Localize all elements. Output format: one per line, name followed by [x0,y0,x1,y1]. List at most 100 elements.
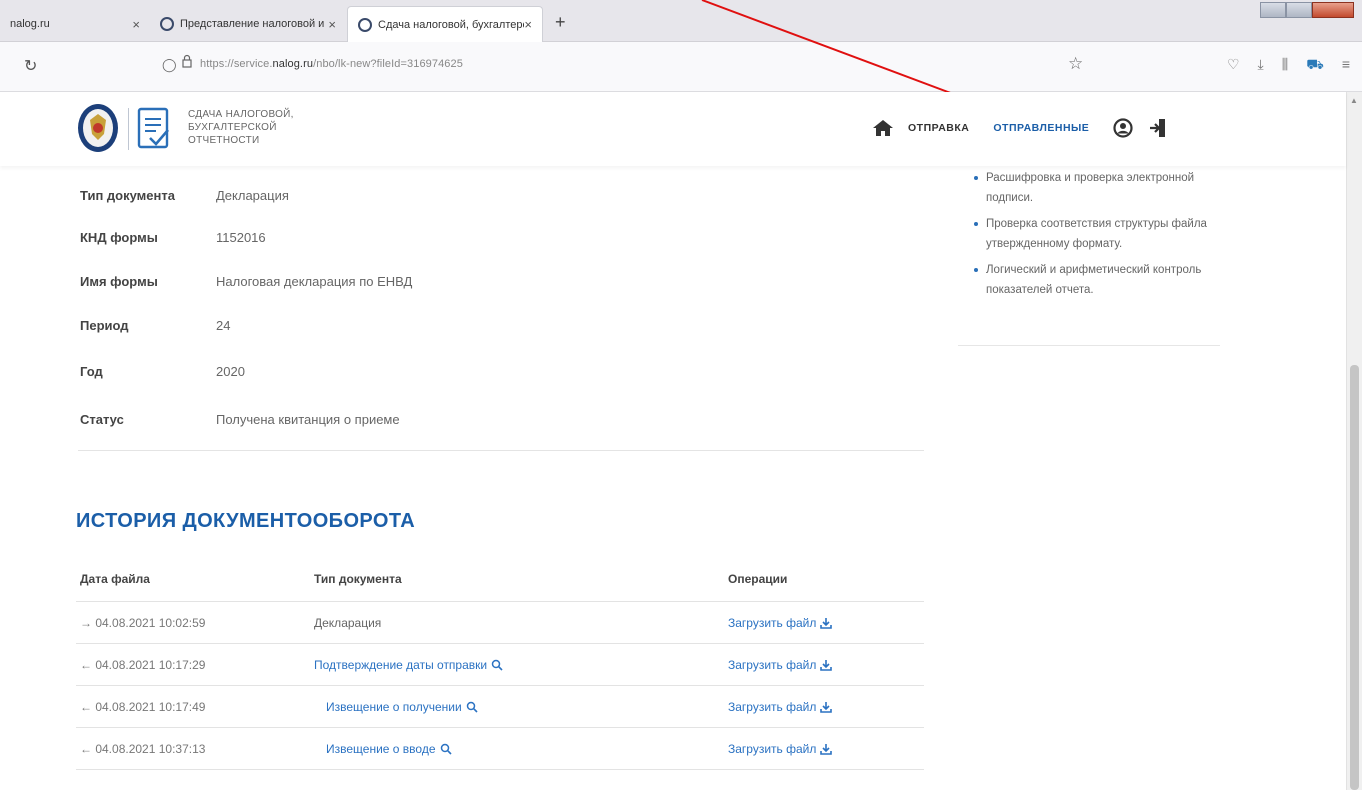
download-label: Загрузить файл [728,616,817,630]
magnifier-icon [440,743,452,755]
report-document-icon [137,107,169,149]
tab-close-icon[interactable]: × [328,17,336,32]
row-date: ← 04.08.2021 10:17:49 [80,700,206,714]
browser-tab-nalog[interactable]: nalog.ru × [0,6,150,42]
site-favicon-icon [160,17,174,31]
doc-field-label: Имя формы [80,274,158,289]
site-header: СДАЧА НАЛОГОВОЙ, БУХГАЛТЕРСКОЙ ОТЧЕТНОСТ… [0,92,1346,166]
doc-field-row: Тип документа Декларация [80,188,289,203]
doc-field-row: Год 2020 [80,364,245,379]
download-file-link[interactable]: Загрузить файл [728,742,833,756]
row-date: ← 04.08.2021 10:17:29 [80,658,206,672]
doc-field-value: Налоговая декларация по ЕНВД [216,274,413,289]
checks-list: Расшифровка и проверка электронной подпи… [972,168,1212,306]
downloads-icon[interactable]: ⤓ [1258,56,1264,75]
window-controls [1260,2,1354,18]
nav-sent[interactable]: ОТПРАВЛЕННЫЕ [993,122,1089,134]
download-file-link[interactable]: Загрузить файл [728,616,833,630]
download-file-link[interactable]: Загрузить файл [728,700,833,714]
scroll-up-arrow-icon[interactable]: ▲ [1350,96,1358,105]
doc-type-link[interactable]: Извещение о вводе [326,742,452,756]
bookmark-star-icon[interactable]: ☆ [1068,54,1083,74]
minimize-button[interactable] [1260,2,1286,18]
history-title: ИСТОРИЯ ДОКУМЕНТООБОРОТА [76,510,416,532]
doc-field-value: 24 [216,318,231,333]
download-file-link[interactable]: Загрузить файл [728,658,833,672]
address-bar: ↻ ◯ https://service.nalog.ru/nbo/lk-new?… [0,42,1362,92]
fns-emblem-logo[interactable] [76,102,120,154]
download-icon [820,660,833,671]
main-nav: ОТПРАВКА ОТПРАВЛЕННЫЕ [872,118,1167,138]
table-row: → 04.08.2021 10:02:59 Декларация Загрузи… [76,602,924,644]
magnifier-icon [491,659,503,671]
url-field[interactable]: https://service.nalog.ru/nbo/lk-new?file… [200,58,463,70]
url-suffix: /nbo/lk-new?fileId=316974625 [313,58,463,70]
reload-icon[interactable]: ↻ [24,56,37,76]
home-icon[interactable] [872,119,894,137]
browser-tab-representation[interactable]: Представление налоговой и × [150,6,346,42]
download-icon [820,744,833,755]
brand-line: ОТЧЕТНОСТИ [188,135,260,146]
list-item: Расшифровка и проверка электронной подпи… [972,168,1212,208]
doc-field-label: Период [80,318,129,333]
table-row: ← 04.08.2021 10:37:13 Извещение о вводе … [76,728,924,770]
row-doc-type: Подтверждение даты отправки [314,658,488,672]
tab-title: nalog.ru [10,18,50,30]
lock-icon[interactable] [182,54,192,68]
doc-field-value: 1152016 [216,230,266,245]
list-item: Логический и арифметический контроль пок… [972,260,1212,300]
row-date: → 04.08.2021 10:02:59 [80,616,206,630]
vertical-scrollbar[interactable]: ▲ [1346,92,1362,790]
page-viewport: СДАЧА НАЛОГОВОЙ, БУХГАЛТЕРСКОЙ ОТЧЕТНОСТ… [0,92,1362,790]
doc-field-row: КНД формы 1152016 [80,230,266,245]
pocket-icon[interactable]: ♡ [1227,56,1240,75]
maximize-button[interactable] [1286,2,1312,18]
doc-type-link[interactable]: Подтверждение даты отправки [314,658,503,672]
table-header: Дата файла Тип документа Операции [76,558,924,602]
logo-divider [128,108,129,150]
doc-field-value: Декларация [216,188,289,203]
doc-field-row: Период 24 [80,318,230,333]
menu-icon[interactable]: ≡ [1342,56,1350,75]
tab-close-icon[interactable]: × [524,17,532,32]
scrollbar-thumb[interactable] [1350,365,1359,790]
download-icon [820,702,833,713]
doc-field-row: Статус Получена квитанция о приеме [80,412,400,427]
site-favicon-icon [358,17,372,32]
magnifier-icon [466,701,478,713]
doc-field-value: 2020 [216,364,245,379]
doc-field-label: Тип документа [80,188,175,203]
toolbar-icons: ♡ ⤓ ⫼ ⛟ ≡ [1227,56,1350,75]
user-account-icon[interactable] [1113,118,1133,138]
doc-field-row: Имя формы Налоговая декларация по ЕНВД [80,274,412,289]
site-brand-text: СДАЧА НАЛОГОВОЙ, БУХГАЛТЕРСКОЙ ОТЧЕТНОСТ… [188,108,294,147]
cart-icon[interactable]: ⛟ [1306,56,1324,75]
doc-type-link[interactable]: Извещение о получении [326,700,478,714]
column-header: Операции [728,572,788,586]
tab-title: Сдача налоговой, бухгалтерс [378,18,525,31]
brand-line: БУХГАЛТЕРСКОЙ [188,122,277,133]
doc-field-label: Статус [80,412,124,427]
row-doc-type: Декларация [314,616,382,630]
doc-field-label: КНД формы [80,230,158,245]
section-divider [78,450,924,451]
shield-icon[interactable]: ◯ [162,57,177,73]
tab-title: Представление налоговой и [180,18,325,30]
doc-field-value: Получена квитанция о приеме [216,412,400,427]
brand-line: СДАЧА НАЛОГОВОЙ, [188,109,294,120]
nav-send[interactable]: ОТПРАВКА [908,122,969,134]
browser-tab-bar: nalog.ru × Представление налоговой и × С… [0,0,1362,42]
close-window-button[interactable] [1312,2,1354,18]
list-item: Проверка соответствия структуры файла ут… [972,214,1212,254]
library-icon[interactable]: ⫼ [1282,56,1288,75]
table-row: ← 04.08.2021 10:17:49 Извещение о получе… [76,686,924,728]
browser-tab-submission[interactable]: Сдача налоговой, бухгалтерс × [347,6,543,42]
row-doc-type: Извещение о получении [326,700,462,714]
new-tab-button[interactable]: + [555,12,566,33]
doc-field-label: Год [80,364,103,379]
url-domain: nalog.ru [272,58,314,70]
table-row: ← 04.08.2021 10:17:29 Подтверждение даты… [76,644,924,686]
logout-icon[interactable] [1149,118,1167,138]
download-label: Загрузить файл [728,658,817,672]
tab-close-icon[interactable]: × [132,17,140,32]
